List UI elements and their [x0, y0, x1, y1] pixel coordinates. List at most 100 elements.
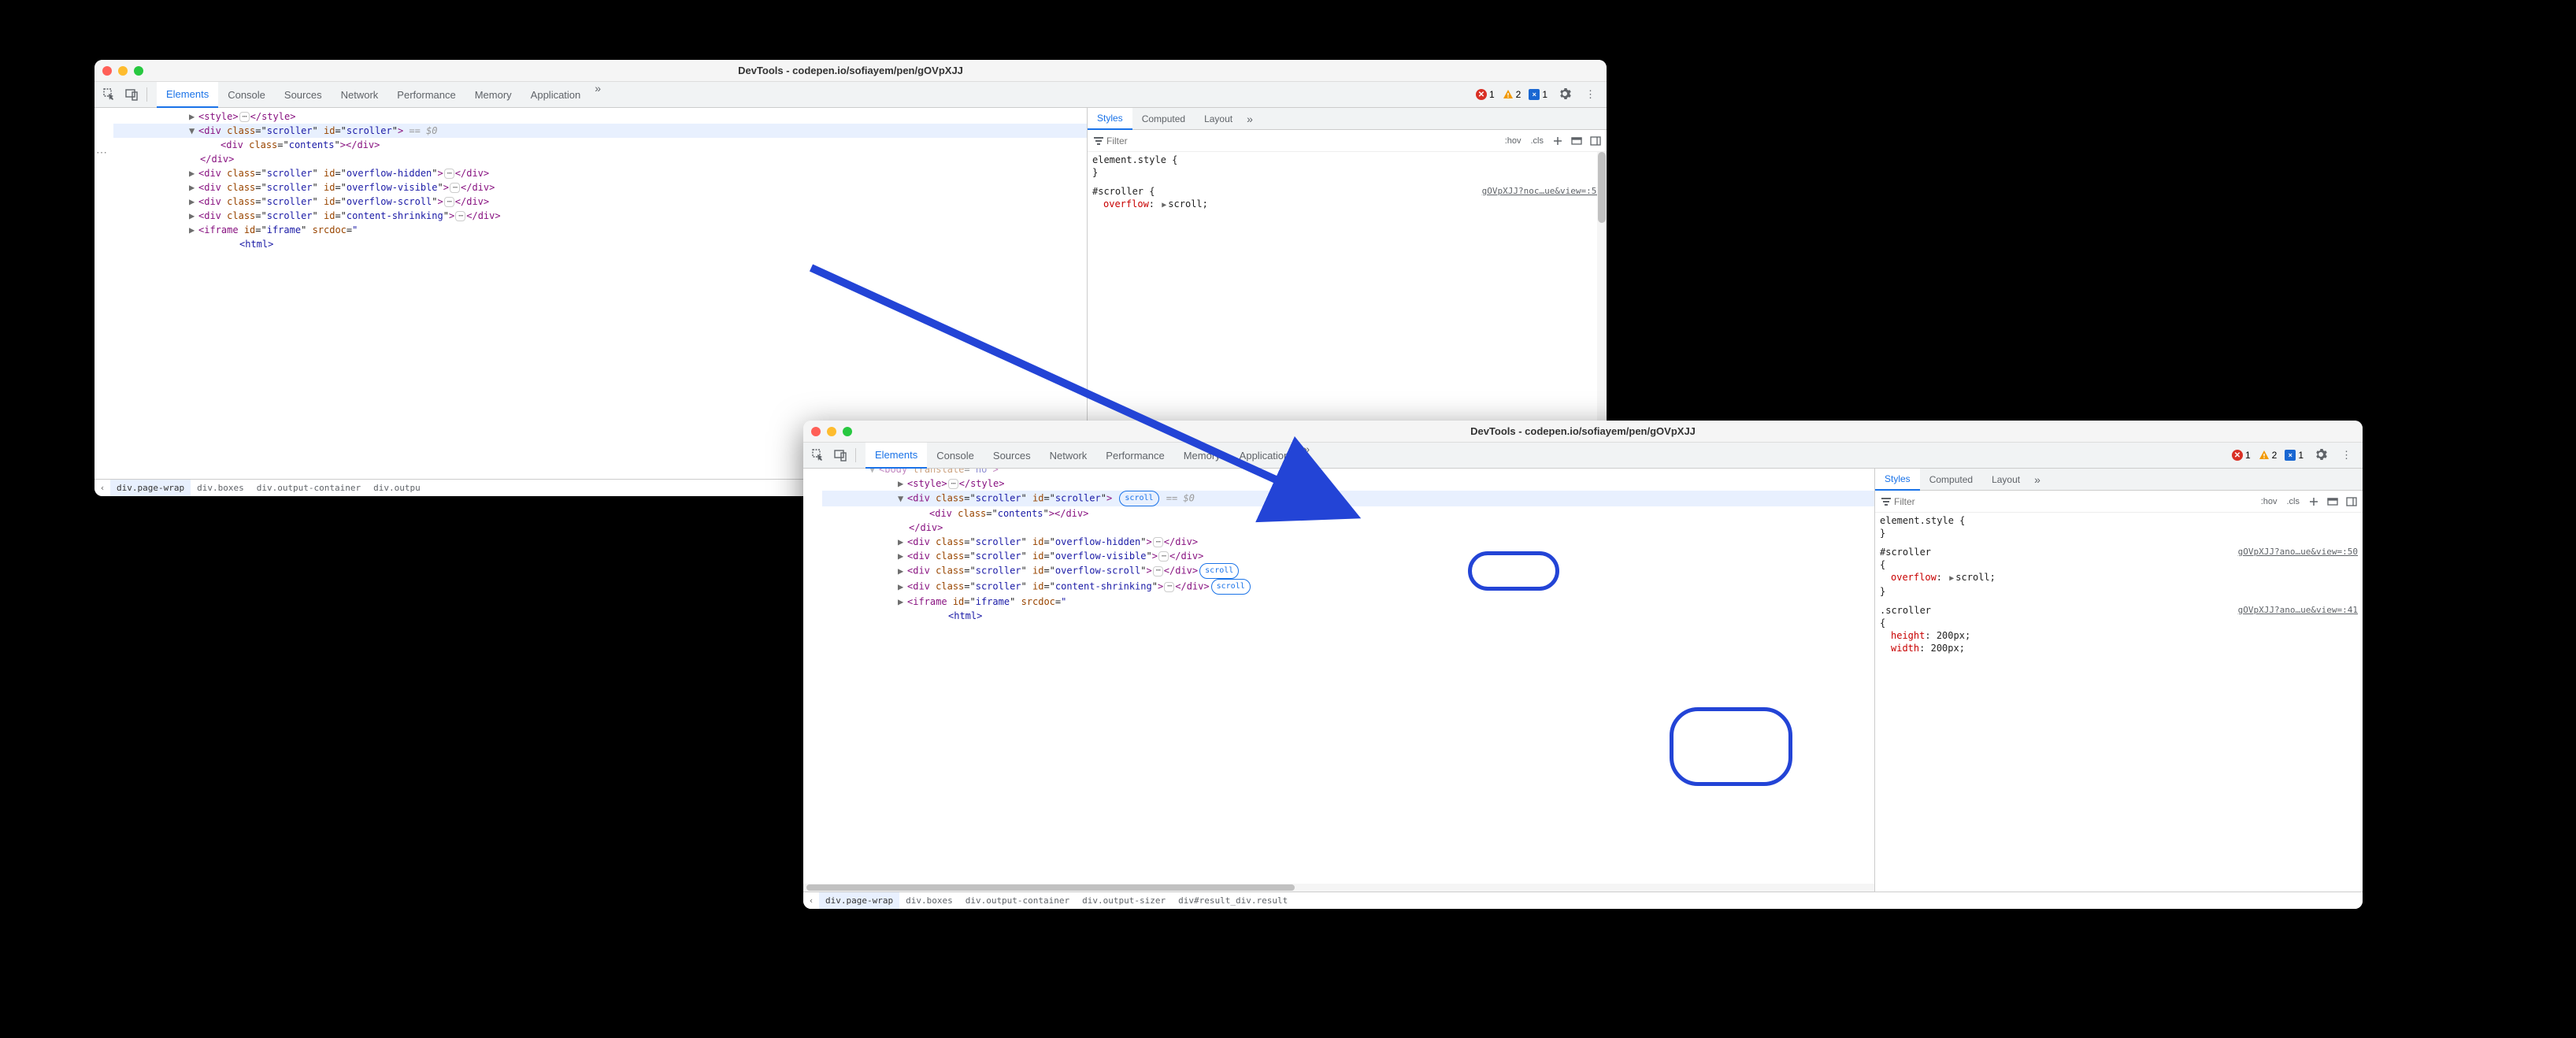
- warnings-badge[interactable]: 2: [1503, 89, 1522, 100]
- dom-node-contents[interactable]: <div class="contents"></div>: [113, 138, 1087, 152]
- expand-shorthand-icon[interactable]: ▶: [1162, 201, 1166, 209]
- css-property[interactable]: height: 200px;: [1880, 629, 2358, 642]
- styles-filter-input[interactable]: [1091, 134, 1499, 148]
- zoom-window-button[interactable]: [134, 66, 143, 76]
- scroll-badge[interactable]: scroll: [1119, 491, 1158, 506]
- ellipsis-icon[interactable]: ⋯: [1153, 537, 1163, 547]
- scroller-id-rule[interactable]: #scroller gOVpXJJ?ano…ue&view=:50 { over…: [1880, 546, 2358, 601]
- tab-network[interactable]: Network: [1040, 443, 1097, 469]
- scroller-class-rule[interactable]: .scroller gOVpXJJ?ano…ue&view=:41 { heig…: [1880, 604, 2358, 658]
- expand-arrow-icon[interactable]: ▶: [189, 195, 197, 209]
- dom-tree[interactable]: ▼<body translate= no > ▶<style>⋯</style>…: [803, 469, 1874, 892]
- tab-computed[interactable]: Computed: [1132, 108, 1195, 130]
- breadcrumb-item[interactable]: div.output-container: [959, 892, 1076, 909]
- inspect-element-icon[interactable]: [808, 445, 828, 465]
- hov-toggle[interactable]: :hov: [1502, 135, 1525, 146]
- more-options-icon[interactable]: ⋮: [1582, 88, 1599, 101]
- close-window-button[interactable]: [811, 427, 821, 436]
- expand-arrow-icon[interactable]: ▶: [189, 109, 197, 124]
- more-tabs-icon[interactable]: »: [590, 82, 606, 108]
- cls-toggle[interactable]: .cls: [2284, 496, 2304, 507]
- dom-node-html-child[interactable]: <html>: [113, 237, 1087, 251]
- breadcrumb-item[interactable]: div.page-wrap: [819, 892, 899, 909]
- ellipsis-icon[interactable]: ⋯: [948, 479, 958, 489]
- computed-sidebar-icon[interactable]: [2325, 494, 2341, 510]
- scroller-rule[interactable]: #scroller { gOVpXJJ?noc…ue&view=:50 over…: [1092, 185, 1602, 215]
- expand-arrow-icon[interactable]: ▶: [189, 180, 197, 195]
- ellipsis-icon[interactable]: ⋯: [1164, 582, 1174, 592]
- scrollbar-thumb[interactable]: [1598, 152, 1606, 223]
- expand-shorthand-icon[interactable]: ▶: [1949, 574, 1954, 583]
- toggle-sidebar-icon[interactable]: [1588, 133, 1603, 149]
- dom-node-iframe[interactable]: ▶<iframe id="iframe" srcdoc=": [822, 595, 1874, 609]
- dom-node-row[interactable]: ▶<div class="scroller" id="overflow-visi…: [113, 180, 1087, 195]
- ellipsis-icon[interactable]: ⋯: [444, 169, 454, 179]
- tab-memory[interactable]: Memory: [465, 82, 521, 108]
- dom-node-style[interactable]: ▶<style>⋯</style>: [113, 109, 1087, 124]
- collapse-arrow-icon[interactable]: ▼: [898, 491, 906, 506]
- scroll-badge[interactable]: scroll: [1199, 563, 1239, 579]
- dom-node-html-child[interactable]: <html>: [822, 609, 1874, 623]
- settings-icon[interactable]: [1555, 87, 1574, 102]
- errors-badge[interactable]: ✕ 1: [2232, 450, 2251, 461]
- tab-elements[interactable]: Elements: [157, 82, 218, 108]
- errors-badge[interactable]: ✕ 1: [1476, 89, 1495, 100]
- tab-application[interactable]: Application: [521, 82, 591, 108]
- breadcrumb-scroll-left-icon[interactable]: ‹: [803, 895, 819, 906]
- expand-arrow-icon[interactable]: ▶: [189, 166, 197, 180]
- expand-arrow-icon[interactable]: ▶: [898, 549, 906, 563]
- expand-arrow-icon[interactable]: ▶: [898, 580, 906, 594]
- expand-arrow-icon[interactable]: ▶: [898, 535, 906, 549]
- dom-node-close[interactable]: </div>: [113, 152, 1087, 166]
- cls-toggle[interactable]: .cls: [1528, 135, 1547, 146]
- dom-node-iframe[interactable]: ▶<iframe id="iframe" srcdoc=": [113, 223, 1087, 237]
- dom-node-body[interactable]: ▼<body translate= no >: [822, 469, 1874, 476]
- expand-arrow-icon[interactable]: ▶: [189, 223, 197, 237]
- tab-sources[interactable]: Sources: [984, 443, 1040, 469]
- scrollbar-thumb[interactable]: [806, 884, 1295, 891]
- expand-arrow-icon[interactable]: ▶: [189, 209, 197, 223]
- styles-filter-input[interactable]: [1878, 495, 2255, 509]
- tab-styles[interactable]: Styles: [1088, 108, 1132, 130]
- dom-horizontal-scrollbar[interactable]: [803, 884, 1874, 892]
- tab-console[interactable]: Console: [218, 82, 275, 108]
- minimize-window-button[interactable]: [118, 66, 128, 76]
- collapse-arrow-icon[interactable]: ▼: [189, 124, 197, 138]
- breadcrumb-item[interactable]: div.boxes: [191, 480, 250, 496]
- dom-node-contents[interactable]: <div class="contents"></div>: [822, 506, 1874, 521]
- breadcrumb-item[interactable]: div.page-wrap: [110, 480, 191, 496]
- dom-node-scroller-selected[interactable]: ▼<div class="scroller" id="scroller"> ==…: [113, 124, 1087, 138]
- breadcrumb-item[interactable]: div.output-sizer: [1076, 892, 1172, 909]
- more-options-icon[interactable]: ⋮: [2338, 449, 2355, 462]
- gutter-menu-icon[interactable]: ⋯: [96, 146, 106, 159]
- breadcrumb-item[interactable]: div.boxes: [899, 892, 959, 909]
- dom-node-row[interactable]: ▶<div class="scroller" id="content-shrin…: [113, 209, 1087, 223]
- breadcrumb-item[interactable]: div#result_div.result: [1172, 892, 1294, 909]
- source-link[interactable]: gOVpXJJ?ano…ue&view=:41: [2238, 604, 2358, 617]
- element-style-rule[interactable]: element.style { }: [1880, 514, 2358, 543]
- tab-network[interactable]: Network: [332, 82, 388, 108]
- breadcrumb-item[interactable]: div.output-container: [250, 480, 367, 496]
- dom-node-row[interactable]: ▶<div class="scroller" id="overflow-hidd…: [822, 535, 1874, 549]
- more-styles-tabs-icon[interactable]: »: [1242, 113, 1258, 125]
- inspect-element-icon[interactable]: [99, 84, 120, 105]
- device-toolbar-icon[interactable]: [830, 445, 851, 465]
- warnings-badge[interactable]: 2: [2259, 450, 2278, 461]
- dom-node-row[interactable]: ▶<div class="scroller" id="overflow-scro…: [113, 195, 1087, 209]
- source-link[interactable]: gOVpXJJ?noc…ue&view=:50: [1482, 185, 1602, 198]
- ellipsis-icon[interactable]: ⋯: [455, 211, 465, 221]
- ellipsis-icon[interactable]: ⋯: [1158, 551, 1169, 562]
- breadcrumb-scroll-left-icon[interactable]: ‹: [95, 483, 110, 493]
- tab-performance[interactable]: Performance: [387, 82, 465, 108]
- tab-layout[interactable]: Layout: [1195, 108, 1242, 130]
- hov-toggle[interactable]: :hov: [2258, 496, 2281, 507]
- css-property[interactable]: overflow: ▶scroll;: [1092, 198, 1602, 212]
- expand-arrow-icon[interactable]: ▶: [898, 595, 906, 609]
- dom-node-row[interactable]: ▶<div class="scroller" id="overflow-hidd…: [113, 166, 1087, 180]
- dom-node-row[interactable]: ▶<div class="scroller" id="overflow-scro…: [822, 563, 1874, 579]
- breadcrumb-item[interactable]: div.outpu: [367, 480, 427, 496]
- ellipsis-icon[interactable]: ⋯: [239, 112, 250, 122]
- ellipsis-icon[interactable]: ⋯: [444, 197, 454, 207]
- tab-elements[interactable]: Elements: [865, 443, 927, 469]
- dom-node-scroller-selected[interactable]: ▼<div class="scroller" id="scroller"> sc…: [822, 491, 1874, 506]
